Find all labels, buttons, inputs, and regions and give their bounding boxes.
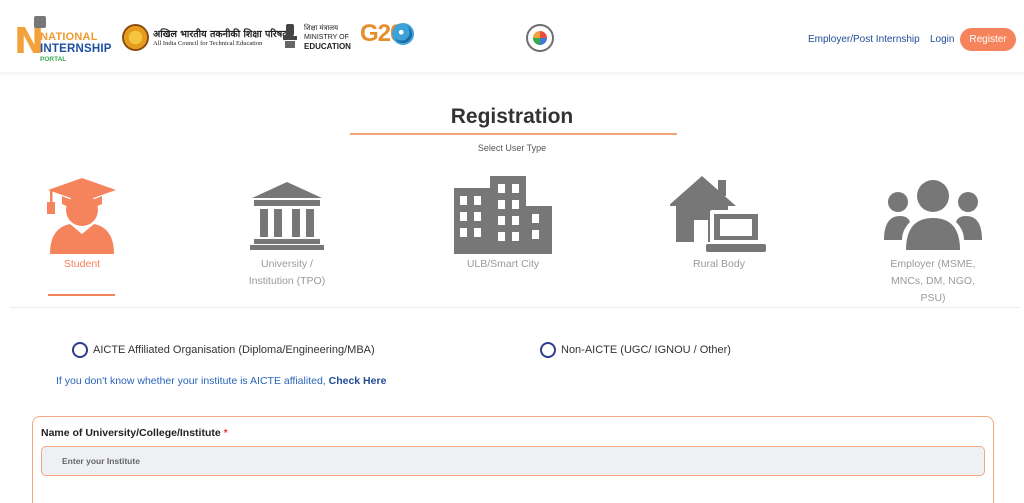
user-type-label: ULB/Smart City [466,258,540,270]
user-type-label: Employer (MSME, MNCs, DM, NGO, PSU) [890,258,976,304]
required-marker: * [223,427,228,439]
login-link[interactable]: Login [930,34,954,45]
check-here-link[interactable]: Check Here [329,375,387,387]
brand-mark-icon [533,31,547,45]
moe-line2-text: EDUCATION [304,42,351,51]
active-user-type-indicator [48,294,115,296]
user-type-label: Rural Body [693,258,745,270]
radio-label: Non-AICTE (UGC/ IGNOU / Other) [561,344,731,356]
user-type-university[interactable]: University / Institution (TPO) [232,172,342,302]
national-emblem-icon [283,24,297,48]
moe-line1-text: MINISTRY OF [304,34,349,41]
institute-form-card: Name of University/College/Institute * [32,416,994,503]
radio-circle-icon[interactable] [540,342,556,358]
logo-internship-text: INTERNSHIP [40,43,112,55]
city-buildings-icon [454,176,552,254]
moe-hindi-text: शिक्षा मंत्रालय [304,25,339,32]
user-type-ulb-smart-city[interactable]: ULB/Smart City [448,172,558,302]
university-building-icon [250,182,324,250]
title-underline [350,133,677,135]
logo-portal-text: PORTAL [40,56,67,63]
emblem-icon [34,16,46,28]
radio-circle-icon[interactable] [72,342,88,358]
user-type-student[interactable]: Student [30,172,134,302]
user-type-employer[interactable]: Employer (MSME, MNCs, DM, NGO, PSU) [878,172,988,304]
aicte-hindi-text: अखिल भारतीय तकनीकी शिक्षा परिषद् [153,29,288,40]
national-internship-portal-logo[interactable]: N NATIONAL INTERNSHIP PORTAL [14,14,114,64]
aicte-logo: अखिल भारतीय तकनीकी शिक्षा परिषद् All Ind… [122,24,287,52]
employer-post-internship-link[interactable]: Employer/Post Internship [808,34,920,45]
student-graduate-icon [47,178,116,254]
hint-text: If you don't know whether your institute… [56,375,329,387]
ministry-of-education-logo: शिक्षा मंत्रालय MINISTRY OF EDUCATION [280,22,352,54]
institute-field-label: Name of University/College/Institute * [41,427,228,439]
institute-label-text: Name of University/College/Institute [41,427,221,439]
center-brand-logo [526,24,554,52]
g20-logo: G20 [360,20,420,58]
aicte-english-text: All India Council for Technical Educatio… [153,40,263,47]
aicte-affiliated-radio[interactable]: AICTE Affiliated Organisation (Diploma/E… [72,342,375,358]
globe-icon [392,23,414,45]
aicte-emblem-icon [122,24,149,51]
aicte-hint: If you don't know whether your institute… [56,375,386,387]
rural-house-laptop-icon [670,176,766,252]
page-subtitle: Select User Type [477,143,547,153]
employer-group-icon [884,180,982,250]
user-type-label: Student [63,258,101,270]
user-type-rural-body[interactable]: Rural Body [664,172,774,302]
logo-national-text: NATIONAL [40,31,98,43]
user-type-label: University / Institution (TPO) [248,258,326,287]
radio-label: AICTE Affiliated Organisation (Diploma/E… [93,344,375,356]
top-header: N NATIONAL INTERNSHIP PORTAL अखिल भारतीय… [0,0,1024,72]
non-aicte-radio[interactable]: Non-AICTE (UGC/ IGNOU / Other) [540,342,731,358]
divider [10,307,1020,308]
register-button[interactable]: Register [960,28,1016,51]
institute-input[interactable] [41,446,985,476]
page-title: Registration [450,105,574,128]
